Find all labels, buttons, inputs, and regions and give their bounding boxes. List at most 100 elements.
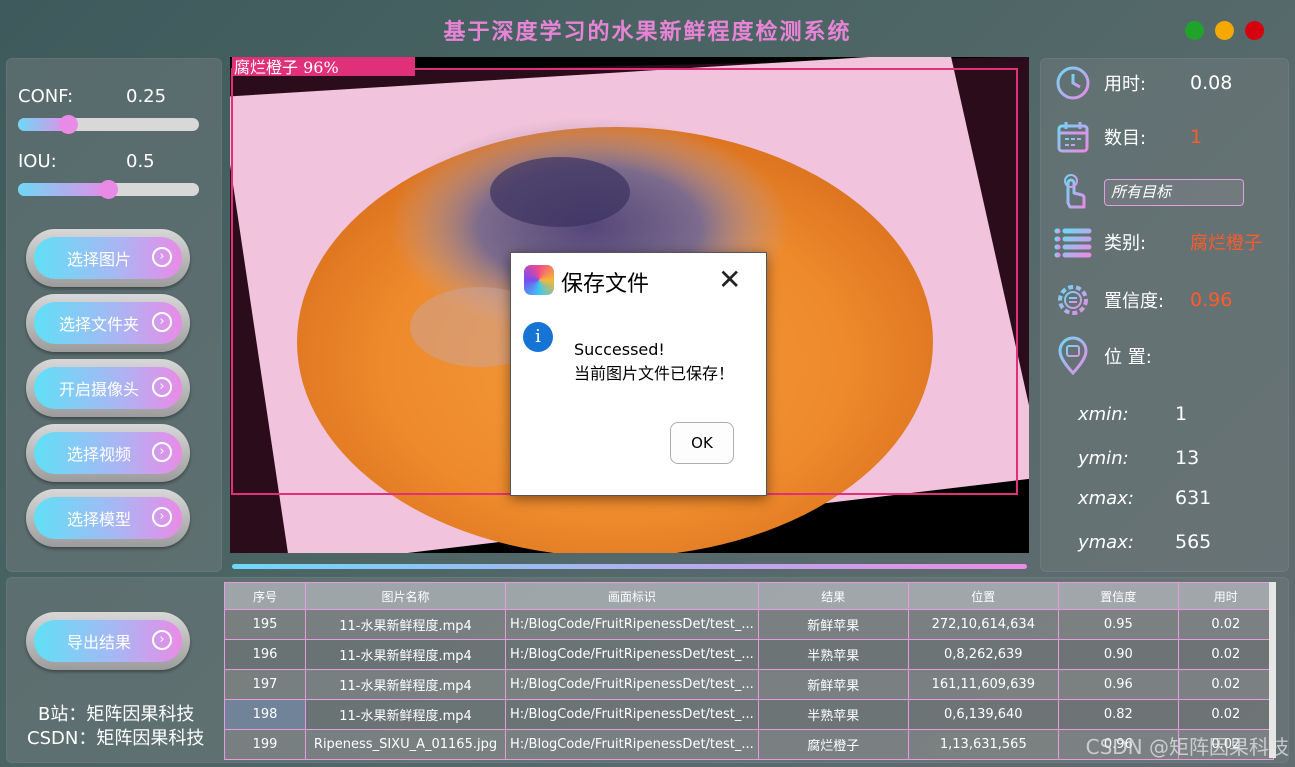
ok-button[interactable]: OK — [670, 422, 734, 464]
iou-value: 0.5 — [126, 151, 155, 172]
credit-csdn: CSDN：矩阵因果科技 — [27, 728, 205, 749]
table-cell: 11-水果新鲜程度.mp4 — [305, 609, 506, 640]
table-cell: 0,8,262,639 — [907, 639, 1059, 670]
iou-label: IOU: — [18, 151, 57, 172]
location-pin-icon — [1058, 336, 1088, 376]
table-cell: 0.02 — [1177, 609, 1274, 640]
table-row[interactable]: 198 11-水果新鲜程度.mp4 H:/BlogCode/FruitRipen… — [224, 699, 1274, 730]
table-cell: 0.96 — [1057, 669, 1179, 700]
count-row: 数目: 1 — [1053, 117, 1202, 157]
minimize-button[interactable] — [1215, 21, 1234, 40]
table-cell: 腐烂橙子 — [757, 729, 909, 760]
credit-bilibili: B站：矩阵因果科技 — [38, 704, 195, 725]
conf-slider-handle[interactable] — [59, 115, 78, 134]
time-row: 用时: 0.08 — [1053, 63, 1232, 103]
table-row[interactable]: 195 11-水果新鲜程度.mp4 H:/BlogCode/FruitRipen… — [224, 609, 1274, 640]
class-row: 类别: 腐烂橙子 — [1053, 222, 1262, 262]
table-cell: 1,13,631,565 — [907, 729, 1059, 760]
table-row[interactable]: 196 11-水果新鲜程度.mp4 H:/BlogCode/FruitRipen… — [224, 639, 1274, 670]
target-select-value: 所有目标 — [1111, 183, 1172, 201]
table-cell: 0.02 — [1177, 639, 1274, 670]
info-icon: i — [523, 322, 553, 352]
dialog-close-icon[interactable]: ✕ — [718, 263, 741, 296]
table-cell: H:/BlogCode/FruitRipenessDet/test_... — [505, 669, 759, 700]
select-folder-button[interactable]: 选择文件夹 › — [26, 294, 190, 352]
chevron-right-icon: › — [152, 630, 172, 650]
select-video-label: 选择视频 — [66, 445, 131, 464]
table-cell: 0.02 — [1177, 699, 1274, 730]
position-row: 位 置: — [1053, 336, 1152, 376]
select-model-button[interactable]: 选择模型 › — [26, 489, 190, 547]
table-cell: 161,11,609,639 — [907, 669, 1059, 700]
ymax-value: 565 — [1175, 531, 1212, 553]
class-value: 腐烂橙子 — [1190, 233, 1262, 254]
export-results-button[interactable]: 导出结果 › — [26, 612, 190, 670]
confidence-row: 置信度: 0.96 — [1053, 280, 1232, 320]
ymin-label: ymin: — [1078, 448, 1129, 469]
dialog-message-title: Successed! — [574, 340, 665, 359]
table-cell: 198 — [224, 699, 306, 730]
chevron-right-icon: › — [152, 507, 172, 527]
xmin-label: xmin: — [1078, 404, 1129, 425]
hand-pointer-icon — [1064, 174, 1086, 209]
confidence-value: 0.96 — [1190, 289, 1233, 311]
table-cell: 0.90 — [1057, 639, 1179, 670]
ok-button-label: OK — [691, 434, 713, 452]
ymin-value: 13 — [1175, 447, 1200, 469]
table-cell: 11-水果新鲜程度.mp4 — [305, 669, 506, 700]
table-cell: H:/BlogCode/FruitRipenessDet/test_... — [505, 729, 759, 760]
count-value: 1 — [1190, 126, 1203, 148]
xmin-value: 1 — [1175, 403, 1188, 425]
time-value: 0.08 — [1190, 72, 1233, 94]
table-cell: H:/BlogCode/FruitRipenessDet/test_... — [505, 699, 759, 730]
target-select[interactable]: 所有目标 — [1104, 179, 1244, 206]
chevron-right-icon: › — [152, 247, 172, 267]
save-dialog: 保存文件 ✕ i Successed! 当前图片文件已保存！ OK — [510, 252, 767, 496]
list-icon — [1054, 228, 1092, 258]
select-video-button[interactable]: 选择视频 › — [26, 424, 190, 482]
detection-label: 腐烂橙子 96% — [234, 58, 339, 77]
position-label: 位 置: — [1104, 347, 1152, 368]
maximize-button[interactable] — [1185, 21, 1204, 40]
clock-icon — [1056, 66, 1090, 100]
select-model-label: 选择模型 — [66, 510, 131, 529]
export-results-label: 导出结果 — [66, 633, 131, 652]
table-cell: H:/BlogCode/FruitRipenessDet/test_... — [505, 639, 759, 670]
table-cell: H:/BlogCode/FruitRipenessDet/test_... — [505, 609, 759, 640]
close-button[interactable] — [1245, 21, 1264, 40]
table-cell: 0.82 — [1057, 699, 1179, 730]
count-label: 数目: — [1104, 128, 1147, 149]
class-label: 类别: — [1104, 233, 1147, 254]
watermark: CSDN @矩阵因果科技 — [1085, 735, 1289, 759]
progress-bar — [232, 564, 1027, 569]
col-header-index[interactable]: 序号 — [224, 582, 306, 610]
table-cell: 272,10,614,634 — [907, 609, 1059, 640]
confidence-label: 置信度: — [1104, 291, 1165, 312]
conf-label: CONF: — [18, 86, 74, 107]
col-header-time[interactable]: 用时 — [1177, 582, 1274, 610]
iou-slider-handle[interactable] — [99, 180, 118, 199]
table-header-row: 序号 图片名称 画面标识 结果 位置 置信度 用时 — [224, 582, 1274, 610]
xmax-label: xmax: — [1078, 488, 1134, 509]
conf-slider[interactable] — [18, 118, 199, 131]
table-cell: 新鲜苹果 — [757, 669, 909, 700]
table-cell: 0.02 — [1177, 669, 1274, 700]
table-row[interactable]: 197 11-水果新鲜程度.mp4 H:/BlogCode/FruitRipen… — [224, 669, 1274, 700]
open-camera-label: 开启摄像头 — [58, 380, 139, 399]
open-camera-button[interactable]: 开启摄像头 › — [26, 359, 190, 417]
table-cell: 11-水果新鲜程度.mp4 — [305, 699, 506, 730]
time-label: 用时: — [1104, 74, 1147, 95]
app-logo-icon — [524, 265, 554, 295]
col-header-frame-id[interactable]: 画面标识 — [505, 582, 759, 610]
col-header-position[interactable]: 位置 — [907, 582, 1059, 610]
ymax-label: ymax: — [1078, 532, 1134, 553]
select-image-button[interactable]: 选择图片 › — [26, 229, 190, 287]
col-header-confidence[interactable]: 置信度 — [1057, 582, 1179, 610]
col-header-image-name[interactable]: 图片名称 — [305, 582, 506, 610]
calendar-icon — [1057, 122, 1089, 153]
col-header-result[interactable]: 结果 — [757, 582, 909, 610]
chevron-right-icon: › — [152, 312, 172, 332]
xmax-value: 631 — [1175, 487, 1212, 509]
target-row: 所有目标 — [1053, 173, 1244, 213]
table-cell: 新鲜苹果 — [757, 609, 909, 640]
